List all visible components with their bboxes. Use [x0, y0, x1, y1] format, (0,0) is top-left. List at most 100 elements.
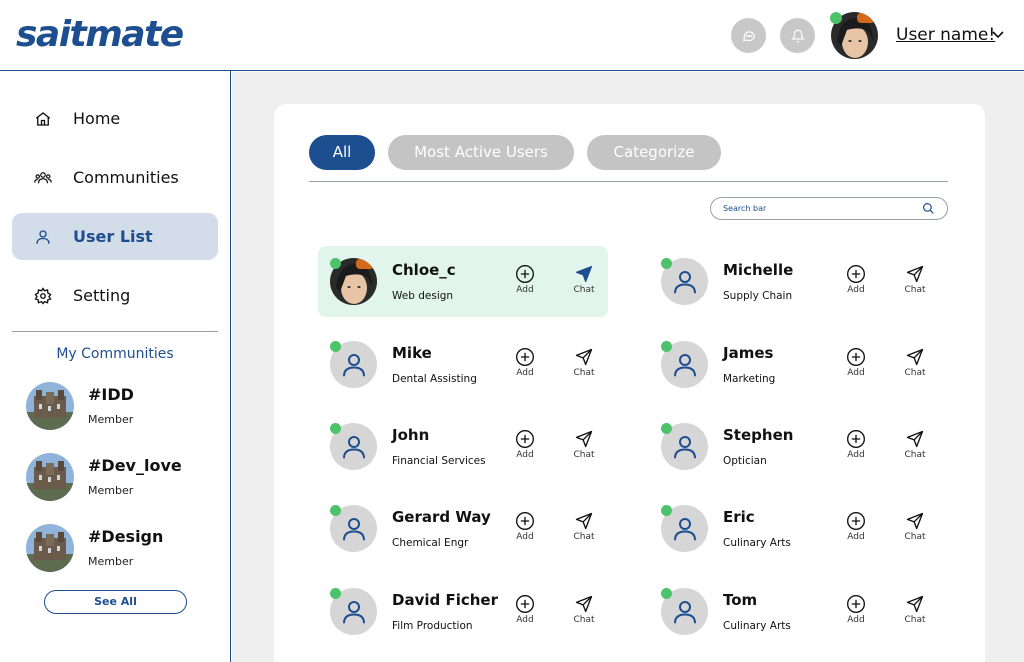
- community-role: Member: [88, 484, 134, 497]
- user-role: Dental Assisting: [392, 373, 477, 385]
- home-icon: [35, 111, 51, 126]
- community-item[interactable]: #Design Member: [26, 524, 226, 574]
- add-user-button[interactable]: Add: [505, 347, 545, 378]
- chat-user-button[interactable]: Chat: [564, 264, 604, 295]
- chat-label: Chat: [904, 285, 926, 295]
- user-card[interactable]: Gerard Way Chemical Engr Add Chat: [318, 493, 608, 564]
- user-card[interactable]: Tom Culinary Arts Add Chat: [649, 576, 939, 647]
- chat-label: Chat: [573, 450, 595, 460]
- messages-button[interactable]: [731, 18, 766, 53]
- online-indicator: [330, 505, 341, 516]
- tab-categorize[interactable]: Categorize: [587, 135, 721, 170]
- community-name: #IDD: [88, 385, 134, 404]
- user-role: Culinary Arts: [723, 620, 791, 632]
- sidebar-item-user-list[interactable]: User List: [12, 213, 218, 260]
- chat-user-button[interactable]: Chat: [895, 347, 935, 378]
- add-user-button[interactable]: Add: [836, 429, 876, 460]
- see-all-button[interactable]: See All: [44, 590, 187, 614]
- add-label: Add: [847, 532, 865, 542]
- user-placeholder-icon: [673, 600, 696, 623]
- add-user-button[interactable]: Add: [836, 347, 876, 378]
- user-card[interactable]: David Ficher Film Production Add Chat: [318, 576, 608, 647]
- search-bar[interactable]: [710, 197, 948, 220]
- user-name: Eric: [723, 508, 755, 526]
- community-item[interactable]: #Dev_love Member: [26, 453, 226, 503]
- user-card[interactable]: Chloe_c Web design Add Chat: [318, 246, 608, 317]
- community-item[interactable]: #IDD Member: [26, 382, 226, 432]
- chat-icon: [742, 30, 755, 41]
- user-card[interactable]: Mike Dental Assisting Add Chat: [318, 329, 608, 400]
- chevron-down-icon[interactable]: [991, 30, 1005, 40]
- search-icon[interactable]: [922, 202, 935, 215]
- add-label: Add: [847, 450, 865, 460]
- add-icon: [847, 430, 865, 448]
- chat-label: Chat: [904, 368, 926, 378]
- add-user-button[interactable]: Add: [505, 264, 545, 295]
- user-role: Marketing: [723, 373, 776, 385]
- add-user-button[interactable]: Add: [836, 594, 876, 625]
- sidebar-item-label: Setting: [73, 286, 131, 305]
- chat-user-button[interactable]: Chat: [564, 429, 604, 460]
- add-user-button[interactable]: Add: [505, 429, 545, 460]
- online-indicator: [830, 12, 842, 24]
- send-icon: [575, 512, 593, 530]
- tab-all[interactable]: All: [309, 135, 375, 170]
- sidebar-item-label: Home: [73, 109, 121, 128]
- app-logo[interactable]: saitmate: [16, 14, 184, 55]
- community-name: #Dev_love: [88, 456, 182, 475]
- sidebar-item-home[interactable]: Home: [12, 95, 218, 142]
- user-placeholder-icon: [342, 435, 365, 458]
- username-link[interactable]: User name!: [896, 25, 995, 45]
- add-icon: [516, 348, 534, 366]
- user-name: Gerard Way: [392, 508, 491, 526]
- chat-user-button[interactable]: Chat: [895, 594, 935, 625]
- send-icon: [906, 430, 924, 448]
- online-indicator: [661, 505, 672, 516]
- add-user-button[interactable]: Add: [836, 264, 876, 295]
- send-icon: [575, 595, 593, 613]
- add-icon: [516, 595, 534, 613]
- user-card[interactable]: Stephen Optician Add Chat: [649, 411, 939, 482]
- chat-user-button[interactable]: Chat: [564, 594, 604, 625]
- add-user-button[interactable]: Add: [836, 511, 876, 542]
- chat-user-button[interactable]: Chat: [895, 511, 935, 542]
- add-icon: [516, 512, 534, 530]
- user-name: John: [392, 426, 430, 444]
- chat-user-button[interactable]: Chat: [564, 347, 604, 378]
- add-label: Add: [516, 285, 534, 295]
- users-icon: [34, 171, 52, 183]
- user-list-panel: All Most Active Users Categorize Chloe_c…: [274, 104, 985, 662]
- online-indicator: [330, 423, 341, 434]
- user-card[interactable]: Eric Culinary Arts Add Chat: [649, 493, 939, 564]
- tab-most-active-users[interactable]: Most Active Users: [388, 135, 574, 170]
- sidebar-item-label: User List: [73, 227, 153, 246]
- send-icon: [906, 348, 924, 366]
- online-indicator: [330, 341, 341, 352]
- user-name: David Ficher: [392, 591, 498, 609]
- community-role: Member: [88, 555, 134, 568]
- community-avatar: [26, 453, 74, 501]
- user-role: Financial Services: [392, 455, 486, 467]
- user-card[interactable]: James Marketing Add Chat: [649, 329, 939, 400]
- chat-user-button[interactable]: Chat: [564, 511, 604, 542]
- sidebar-item-communities[interactable]: Communities: [12, 154, 218, 201]
- online-indicator: [661, 423, 672, 434]
- top-header: saitmate User name!: [0, 0, 1024, 71]
- online-indicator: [661, 341, 672, 352]
- search-input[interactable]: [723, 201, 913, 216]
- add-icon: [847, 348, 865, 366]
- chat-user-button[interactable]: Chat: [895, 429, 935, 460]
- user-card[interactable]: John Financial Services Add Chat: [318, 411, 608, 482]
- online-indicator: [330, 588, 341, 599]
- add-user-button[interactable]: Add: [505, 594, 545, 625]
- community-avatar: [26, 524, 74, 572]
- chat-user-button[interactable]: Chat: [895, 264, 935, 295]
- notifications-button[interactable]: [780, 18, 815, 53]
- user-card[interactable]: Michelle Supply Chain Add Chat: [649, 246, 939, 317]
- user-role: Supply Chain: [723, 290, 793, 302]
- add-icon: [516, 430, 534, 448]
- user-role: Film Production: [392, 620, 473, 632]
- user-name: Chloe_c: [392, 261, 456, 279]
- add-user-button[interactable]: Add: [505, 511, 545, 542]
- sidebar-item-setting[interactable]: Setting: [12, 272, 218, 319]
